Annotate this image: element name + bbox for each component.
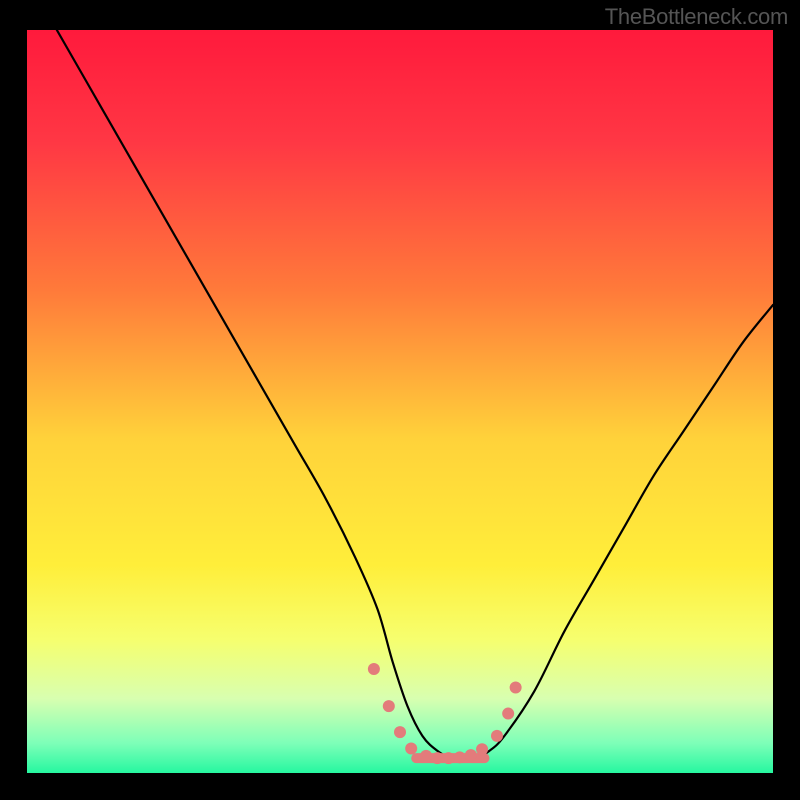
trough-marker <box>394 726 406 738</box>
trough-marker <box>465 749 477 761</box>
trough-marker <box>454 751 466 763</box>
chart-frame: TheBottleneck.com <box>0 0 800 800</box>
watermark-text: TheBottleneck.com <box>605 4 788 30</box>
bottleneck-curve-chart <box>27 30 773 773</box>
plot-area <box>27 30 773 773</box>
trough-marker <box>405 742 417 754</box>
trough-marker <box>502 708 514 720</box>
trough-marker <box>442 752 454 764</box>
gradient-background <box>27 30 773 773</box>
trough-marker <box>383 700 395 712</box>
trough-marker <box>368 663 380 675</box>
trough-marker <box>431 752 443 764</box>
trough-marker <box>420 750 432 762</box>
trough-marker <box>476 743 488 755</box>
trough-marker <box>491 730 503 742</box>
trough-marker <box>510 682 522 694</box>
